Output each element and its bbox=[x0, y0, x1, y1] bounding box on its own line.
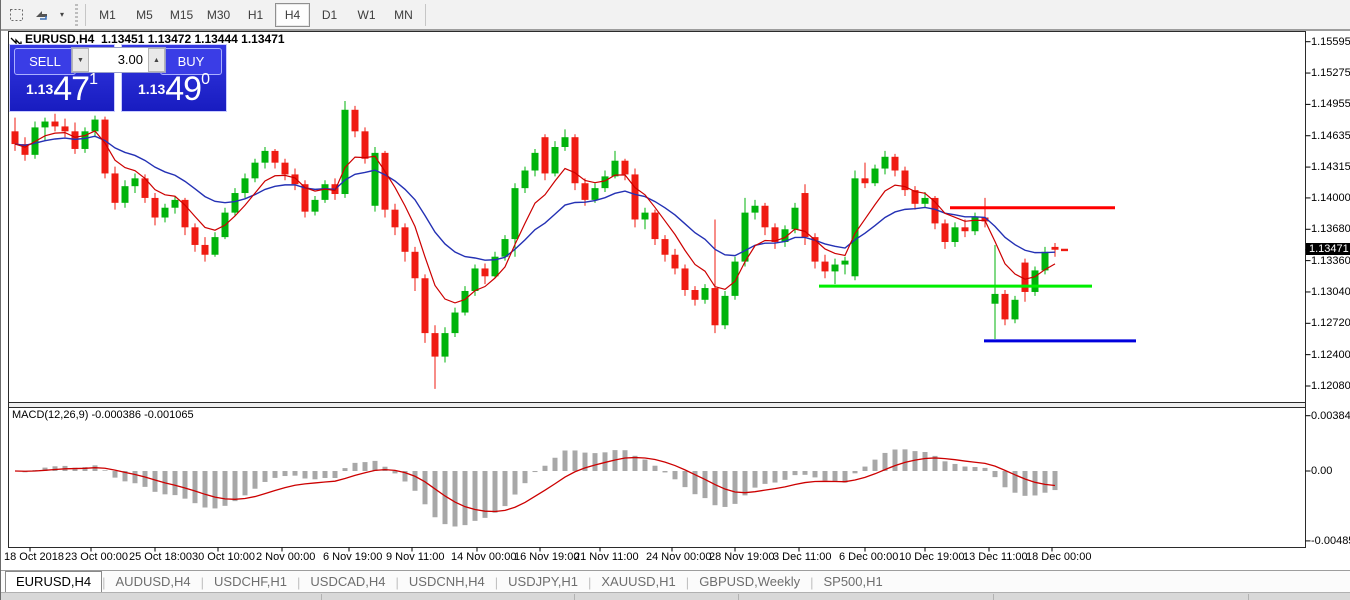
toolbar-grip[interactable] bbox=[75, 4, 78, 26]
time-axis-label: 2 Nov 00:00 bbox=[256, 551, 315, 563]
current-price-label: 1.13471 bbox=[1306, 243, 1350, 255]
time-axis-label: 6 Nov 19:00 bbox=[323, 551, 382, 563]
mt4-chart-window: ▾ M1M5M15M30H1H4D1W1MN EURUSD,H4 1.13451… bbox=[0, 0, 1350, 600]
time-axis-label: 16 Nov 19:00 bbox=[514, 551, 579, 563]
time-axis-label: 18 Oct 2018 bbox=[4, 551, 64, 563]
price-axis-label: 1.13680 bbox=[1311, 223, 1350, 235]
chart-tabbar: EURUSD,H4|AUDUSD,H4|USDCHF,H1|USDCAD,H4|… bbox=[1, 570, 1350, 593]
price-axis-label: 1.14000 bbox=[1311, 192, 1350, 204]
macd-axis-label: -0.004856 bbox=[1311, 535, 1350, 547]
toolbar: ▾ M1M5M15M30H1H4D1W1MN bbox=[1, 0, 1350, 31]
price-axis-label: 1.12080 bbox=[1311, 380, 1350, 392]
symbol-tab-sp500[interactable]: SP500,H1 bbox=[813, 572, 892, 592]
volume-increase-button[interactable]: ▲ bbox=[148, 48, 165, 72]
symbol-tab-gbpusd[interactable]: GBPUSD,Weekly bbox=[689, 572, 810, 592]
price-axis-label: 1.12400 bbox=[1311, 349, 1350, 361]
symbol-tab-eurusd[interactable]: EURUSD,H4 bbox=[5, 571, 102, 593]
timeframe-button-h1[interactable]: H1 bbox=[238, 3, 273, 27]
time-axis-label: 14 Nov 00:00 bbox=[451, 551, 516, 563]
time-axis-label: 13 Dec 11:00 bbox=[963, 551, 1028, 563]
timeframe-button-d1[interactable]: D1 bbox=[312, 3, 347, 27]
volume-spinner: ▼ 3.00 ▲ bbox=[71, 47, 166, 73]
macd-axis-label: 0.003847 bbox=[1311, 410, 1350, 422]
timeframe-group: M1M5M15M30H1H4D1W1MN bbox=[89, 3, 422, 27]
price-axis-label: 1.12720 bbox=[1311, 317, 1350, 329]
buy-price: 1.13490 bbox=[122, 70, 226, 109]
time-axis-label: 25 Oct 18:00 bbox=[129, 551, 192, 563]
symbol-tab-usdcnh[interactable]: USDCNH,H4 bbox=[399, 572, 495, 592]
volume-decrease-button[interactable]: ▼ bbox=[72, 48, 89, 72]
timeframe-button-mn[interactable]: MN bbox=[386, 3, 421, 27]
time-axis-label: 21 Nov 11:00 bbox=[574, 551, 639, 563]
time-axis-label: 10 Dec 19:00 bbox=[899, 551, 964, 563]
symbol-tab-usdchf[interactable]: USDCHF,H1 bbox=[204, 572, 297, 592]
sell-price: 1.13471 bbox=[10, 70, 114, 109]
price-axis-label: 1.14635 bbox=[1311, 130, 1350, 142]
timeframe-button-m30[interactable]: M30 bbox=[201, 3, 236, 27]
chart-shift-icon[interactable] bbox=[5, 5, 27, 25]
timeframe-button-h4[interactable]: H4 bbox=[275, 3, 310, 27]
symbol-tab-xauusd[interactable]: XAUUSD,H1 bbox=[591, 572, 685, 592]
price-axis-label: 1.14955 bbox=[1311, 98, 1350, 110]
price-axis-label: 1.15275 bbox=[1311, 67, 1350, 79]
one-click-trading-panel: SELL 1.13471 BUY 1.13490 ▼ 3.00 ▲ bbox=[9, 44, 227, 112]
symbol-tab-audusd[interactable]: AUDUSD,H4 bbox=[106, 572, 201, 592]
dropdown-caret-icon[interactable]: ▾ bbox=[57, 5, 67, 25]
time-axis-label: 3 Dec 11:00 bbox=[773, 551, 832, 563]
time-axis-label: 18 Dec 00:00 bbox=[1026, 551, 1091, 563]
price-axis-label: 1.13360 bbox=[1311, 255, 1350, 267]
time-axis-label: 9 Nov 11:00 bbox=[386, 551, 445, 563]
toolbar-separator bbox=[85, 4, 86, 26]
time-axis-label: 30 Oct 10:00 bbox=[192, 551, 255, 563]
time-axis-label: 28 Nov 19:00 bbox=[709, 551, 774, 563]
timeframe-button-m1[interactable]: M1 bbox=[90, 3, 125, 27]
price-axis-label: 1.15595 bbox=[1311, 36, 1350, 48]
timeframe-button-m15[interactable]: M15 bbox=[164, 3, 199, 27]
time-axis-label: 6 Dec 00:00 bbox=[839, 551, 898, 563]
price-axis-label: 1.14315 bbox=[1311, 161, 1350, 173]
timeframe-button-m5[interactable]: M5 bbox=[127, 3, 162, 27]
volume-value[interactable]: 3.00 bbox=[89, 48, 148, 72]
time-axis-label: 24 Nov 00:00 bbox=[646, 551, 711, 563]
macd-indicator-label: MACD(12,26,9) -0.000386 -0.001065 bbox=[12, 409, 194, 421]
auto-scroll-icon[interactable] bbox=[31, 5, 53, 25]
time-axis-label: 23 Oct 00:00 bbox=[65, 551, 128, 563]
status-bar bbox=[1, 592, 1350, 600]
symbol-tab-usdcad[interactable]: USDCAD,H4 bbox=[300, 572, 395, 592]
toolbar-separator-2 bbox=[425, 4, 426, 26]
price-axis-label: 1.13040 bbox=[1311, 286, 1350, 298]
symbol-tab-usdjpy[interactable]: USDJPY,H1 bbox=[498, 572, 588, 592]
timeframe-button-w1[interactable]: W1 bbox=[349, 3, 384, 27]
macd-axis-label: 0.00 bbox=[1311, 465, 1332, 477]
